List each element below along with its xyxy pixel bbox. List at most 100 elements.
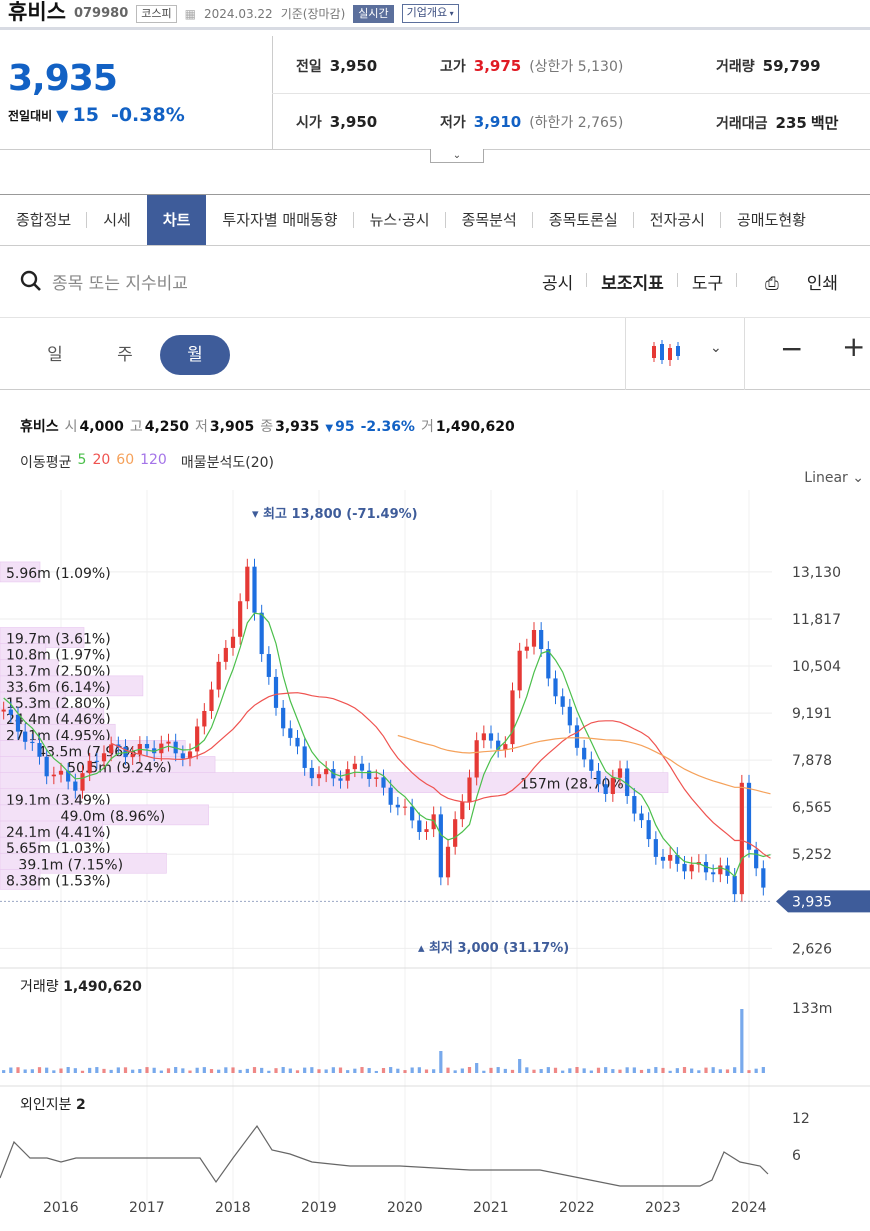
volume-bar (109, 1069, 113, 1073)
candle-type-icon[interactable] (650, 338, 684, 368)
volume-bar (88, 1067, 92, 1073)
scale-selector[interactable]: Linear ⌄ (804, 470, 864, 486)
search-icon[interactable] (20, 270, 42, 292)
candle-body (281, 707, 286, 729)
candle-body (560, 696, 565, 707)
open-value: 3,950 (329, 113, 378, 131)
candle-body (567, 706, 572, 726)
volume-bar (317, 1069, 321, 1073)
volume-bar (389, 1067, 393, 1073)
expand-button[interactable]: ⌄ (430, 149, 484, 163)
volume-bar (30, 1069, 34, 1073)
y-tick-label: 9,191 (792, 706, 832, 722)
volume-bar (324, 1069, 328, 1073)
tab-news[interactable]: 뉴스·공시 (354, 195, 446, 245)
q-open-label: 시 (64, 419, 78, 435)
prev-close: 전일 3,950 (296, 56, 377, 76)
q-down-icon: ▼ (325, 423, 334, 434)
stock-header: 휴비스 079980 코스피 ▦ 2024.03.22 기준(장마감) 실시간 … (0, 0, 870, 30)
volume-bar (539, 1069, 543, 1073)
volume-bar (575, 1067, 579, 1073)
chart-type-dropdown-icon[interactable]: ⌄ (710, 340, 722, 356)
change-label: 전일대비 (8, 108, 53, 123)
volume-bar (761, 1067, 765, 1073)
candle-body (1, 709, 6, 712)
volume-panel-value: 1,490,620 (63, 979, 142, 995)
volume-bar (353, 1068, 357, 1073)
candle-body (130, 754, 135, 758)
volume-bar (432, 1069, 436, 1073)
volume-profile-label: 5.96m (1.09%) (6, 566, 111, 582)
volume-bar (224, 1067, 228, 1073)
period-month[interactable]: 월 (160, 335, 230, 375)
price-chart[interactable]: 13,130 11,817 10,504 9,191 7,878 6,565 5,252 2,… (0, 490, 870, 1231)
tab-overview[interactable]: 종합정보 (0, 195, 88, 245)
candle-body (582, 747, 587, 760)
volume-bar (52, 1070, 56, 1073)
volume-bar (489, 1067, 493, 1073)
q-open: 4,000 (79, 419, 124, 435)
change-value: 15 (72, 104, 99, 126)
candle-body (94, 760, 99, 762)
zoom-in-button[interactable]: + (842, 330, 865, 363)
volume: 거래량 59,799 (716, 56, 821, 76)
volume-bar (654, 1067, 658, 1073)
notice-button[interactable]: 공시 (528, 269, 588, 294)
tab-discussion[interactable]: 종목토론실 (533, 195, 634, 245)
realtime-button[interactable]: 실시간 (353, 4, 394, 23)
candle-body (761, 868, 766, 888)
volume-bar (682, 1067, 687, 1073)
x-tick-label: 2020 (387, 1200, 423, 1216)
volume-bar (37, 1067, 42, 1073)
tab-short-selling[interactable]: 공매도현황 (721, 195, 822, 245)
candle-body (646, 820, 651, 840)
candle-body (324, 769, 329, 775)
compare-search-input[interactable]: 종목 또는 지수비교 (52, 269, 188, 294)
volume-bar (661, 1067, 665, 1073)
volume-bar (374, 1070, 378, 1073)
candle-body (517, 650, 522, 691)
print-button[interactable]: ⎙ 인쇄 (737, 269, 866, 294)
candle-body (610, 777, 615, 795)
tools-button[interactable]: 도구 (678, 269, 738, 294)
volume-bar (733, 1067, 737, 1073)
change-pct: -0.38% (110, 104, 185, 126)
q-close: 3,935 (275, 419, 320, 435)
volume-bar (561, 1070, 565, 1073)
volume-bar (217, 1069, 221, 1073)
company-overview-button[interactable]: 기업개요 ▾ (401, 4, 459, 23)
candle-body (381, 777, 386, 788)
volume-panel-label: 거래량 1,490,620 (20, 976, 142, 996)
candle-body (524, 646, 529, 651)
tab-analysis[interactable]: 종목분석 (446, 195, 533, 245)
candle-body (266, 654, 271, 677)
y-tick-label: 2,626 (792, 941, 832, 957)
y-tick-label: 7,878 (792, 753, 832, 769)
q-low-label: 저 (195, 419, 208, 435)
volume-bar (503, 1068, 507, 1073)
volume-bar (267, 1070, 271, 1073)
tab-quotes[interactable]: 시세 (87, 195, 147, 245)
candle-body (8, 709, 13, 715)
period-day[interactable]: 일 (20, 335, 90, 375)
stock-code: 079980 (73, 6, 129, 21)
tab-chart[interactable]: 차트 (146, 195, 207, 245)
candle-body (553, 678, 558, 697)
min-price-label: ▴ 최저 3,000 (31.17%) (418, 941, 569, 956)
indicator-button[interactable]: 보조지표 (587, 269, 678, 294)
candle-body (288, 728, 293, 738)
candle-body (15, 714, 21, 732)
zoom-out-button[interactable]: − (780, 332, 803, 365)
volume-bar (174, 1067, 178, 1073)
q-high-label: 고 (129, 419, 143, 435)
upper-limit: (상한가 5,130) (529, 59, 624, 75)
period-week[interactable]: 주 (90, 335, 160, 375)
volume-value: 59,799 (762, 57, 821, 75)
volume-bar (331, 1067, 335, 1073)
volume-bar (338, 1067, 343, 1073)
tab-disclosure[interactable]: 전자공시 (634, 195, 722, 245)
print-label: 인쇄 (806, 274, 838, 294)
q-volume: 1,490,620 (435, 419, 515, 435)
tab-investor[interactable]: 투자자별 매매동향 (206, 195, 354, 245)
candle-body (166, 741, 171, 744)
